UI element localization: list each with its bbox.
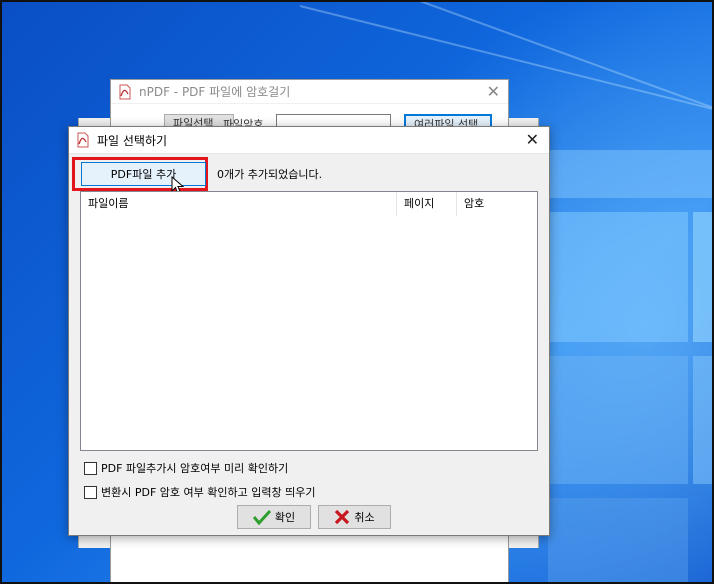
prompt-password-checkbox[interactable] (84, 485, 97, 499)
check-icon (252, 509, 271, 525)
prompt-password-label: 변환시 PDF 암호 여부 확인하고 입력창 띄우기 (101, 486, 316, 499)
dialog-title: 파일 선택하기 (97, 133, 168, 148)
file-list-view[interactable]: 파일이름 페이지 암호 (80, 191, 538, 451)
precheck-password-option[interactable]: PDF 파일추가시 암호여부 미리 확인하기 (84, 460, 288, 476)
ok-button-label: 확인 (274, 512, 296, 524)
list-header: 파일이름 페이지 암호 (81, 192, 537, 216)
npdf-window-title: nPDF - PDF 파일에 암호걸기 (139, 85, 291, 99)
file-count-status: 0개가 추가되었습니다. (217, 168, 323, 181)
precheck-password-label: PDF 파일추가시 암호여부 미리 확인하기 (101, 462, 289, 475)
pdf-app-icon (119, 84, 131, 99)
cancel-button-label: 취소 (354, 512, 375, 524)
file-select-dialog: 파일 선택하기 ✕ PDF파일 추가 0개가 추가되었습니다. 파일이름 페이지… (68, 126, 550, 536)
column-header-pages[interactable]: 페이지 (397, 192, 457, 216)
column-header-password[interactable]: 암호 (457, 192, 537, 216)
close-icon[interactable]: ✕ (526, 130, 539, 149)
precheck-password-checkbox[interactable] (84, 461, 97, 475)
pdf-app-icon (77, 132, 89, 148)
npdf-title-bar: nPDF - PDF 파일에 암호걸기 (111, 80, 508, 104)
cross-icon (335, 509, 350, 525)
ok-button[interactable]: 확인 (237, 505, 311, 529)
dialog-title-bar: 파일 선택하기 (69, 127, 549, 154)
prompt-password-option[interactable]: 변환시 PDF 암호 여부 확인하고 입력창 띄우기 (84, 484, 315, 500)
cancel-button[interactable]: 취소 (318, 505, 391, 529)
column-header-filename[interactable]: 파일이름 (81, 192, 397, 216)
close-icon[interactable]: ✕ (487, 82, 500, 101)
add-pdf-button[interactable]: PDF파일 추가 (81, 162, 206, 186)
